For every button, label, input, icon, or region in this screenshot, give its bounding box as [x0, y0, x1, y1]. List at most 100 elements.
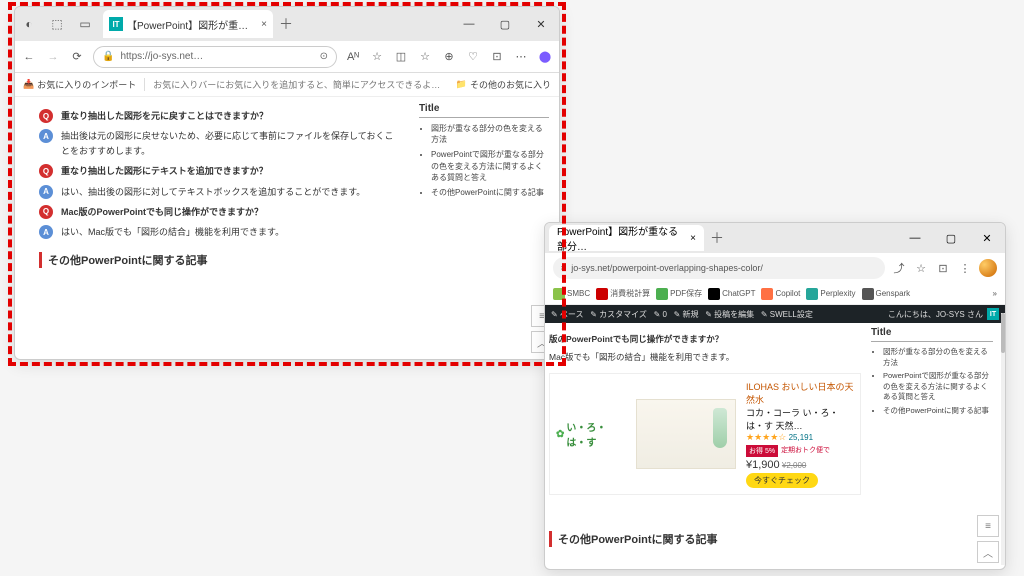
sidebar-item[interactable]: その他PowerPointに関する記事 [431, 187, 549, 198]
more-icon[interactable]: ⋮ [957, 260, 973, 276]
admin-item[interactable]: ✎ カスタマイズ [590, 310, 647, 319]
toolbar: ≡ jo-sys.net/powerpoint-overlapping-shap… [545, 253, 1005, 283]
extensions-icon[interactable]: ⊡ [489, 49, 505, 65]
ad-brand: い・ろ・は・す [556, 419, 626, 449]
admin-right[interactable]: こんにちは、JO-SYS さん IT [888, 308, 999, 320]
copilot-icon[interactable]: ⬤ [537, 49, 553, 65]
avatar[interactable] [979, 259, 997, 277]
new-tab-button[interactable]: ＋ [279, 14, 293, 34]
extensions-icon[interactable]: ⊡ [935, 260, 951, 276]
browser-tab[interactable]: IT 【PowerPoint】図形が重なる部分の… × [103, 10, 273, 38]
minimize-button[interactable]: — [897, 232, 933, 245]
faq-question: Q重なり抽出した図形を元に戻すことはできますか？ [39, 109, 397, 123]
tab-close-icon[interactable]: × [261, 19, 267, 30]
profile-icon[interactable]: ◐ [15, 17, 43, 31]
split-icon[interactable]: ◫ [393, 49, 409, 65]
close-button[interactable]: ✕ [523, 18, 559, 31]
forward-icon[interactable]: → [45, 49, 61, 65]
q-badge: Q [39, 164, 53, 178]
maximize-button[interactable]: ▢ [933, 232, 969, 245]
window-controls: — ▢ ✕ [451, 18, 559, 31]
question-text: 重なり抽出した図形を元に戻すことはできますか？ [61, 109, 268, 123]
wp-admin-bar[interactable]: ✎ ペース ✎ カスタマイズ ✎ 0 ✎ 新規 ✎ 投稿を編集 ✎ SWELL設… [545, 305, 1005, 323]
address-bar[interactable]: 🔒 https://jo-sys.net… ⊙ [93, 46, 337, 68]
collections-icon[interactable]: ⊕ [441, 49, 457, 65]
tab-close-icon[interactable]: × [690, 233, 696, 244]
faq-answer: A はい、抽出後の図形に対してテキストボックスを追加することができます。 [39, 185, 397, 199]
address-bar[interactable]: ≡ jo-sys.net/powerpoint-overlapping-shap… [553, 257, 885, 279]
import-favorites-label: お気に入りのインポート [37, 78, 136, 91]
extension-Perplexity[interactable]: Perplexity [806, 288, 855, 300]
browser-tab[interactable]: PowerPoint】図形が重なる部分… × [549, 225, 704, 251]
a-badge: A [39, 185, 53, 199]
favorites-bar: 📥 お気に入りのインポート お気に入りバーにお気に入りを追加すると、簡単にアクセ… [15, 73, 559, 97]
ext-chevron-icon[interactable]: » [993, 289, 997, 298]
faq-question: 版のPowerPointでも同じ操作ができますか？ [549, 333, 861, 345]
extension-PDF保存[interactable]: PDF保存 [656, 288, 702, 300]
sidebar-item[interactable]: 図形が重なる部分の色を変える方法 [431, 123, 549, 145]
extension-icon [596, 288, 608, 300]
toolbar: ← → ⟳ 🔒 https://jo-sys.net… ⊙ Aᴺ ☆ ◫ ☆ ⊕… [15, 41, 559, 73]
faq-question: Q重なり抽出した図形にテキストを追加できますか？ [39, 164, 397, 178]
scroll-top-button[interactable]: ︿ [977, 541, 999, 563]
share-icon[interactable]: ⤴ [891, 260, 907, 276]
refresh-icon[interactable]: ⟳ [69, 49, 85, 65]
more-icon[interactable]: ⋯ [513, 49, 529, 65]
other-favorites-button[interactable]: 📁 その他のお気に入り [456, 78, 551, 91]
tabs-icon[interactable]: ▭ [71, 17, 99, 31]
ad-image [636, 399, 736, 469]
read-aloud-icon[interactable]: Aᴺ [345, 49, 361, 65]
minimize-button[interactable]: — [451, 18, 487, 31]
a-badge: A [39, 225, 53, 239]
ad-cta-button[interactable]: 今すぐチェック [746, 473, 818, 488]
other-favorites-label: その他のお気に入り [470, 78, 551, 91]
ad-subtitle: コカ・コーラ い・ろ・は・す 天然… [746, 406, 854, 432]
workspaces-icon[interactable]: ⬚ [43, 17, 71, 31]
new-tab-button[interactable]: ＋ [710, 228, 724, 248]
extension-icon [862, 288, 874, 300]
question-text: 版のPowerPointでも同じ操作ができますか？ [549, 333, 723, 345]
extension-SMBC[interactable]: SMBC [553, 288, 590, 300]
extension-Genspark[interactable]: Genspark [862, 288, 911, 300]
search-icon[interactable]: ⊙ [320, 51, 328, 62]
ad-price: ¥1,900 [746, 459, 780, 471]
sidebar-item[interactable]: その他PowerPointに関する記事 [883, 406, 993, 417]
extension-ChatGPT[interactable]: ChatGPT [708, 288, 755, 300]
star-icon[interactable]: ☆ [369, 49, 385, 65]
ad-card[interactable]: い・ろ・は・す ILOHAS おいしい日本の天然水 コカ・コーラ い・ろ・は・す… [549, 373, 861, 495]
ad-badges: お得 5%定期おトク便で [746, 445, 854, 457]
bookmark-icon[interactable]: ☆ [913, 260, 929, 276]
maximize-button[interactable]: ▢ [487, 18, 523, 31]
page-content: Q重なり抽出した図形を元に戻すことはできますか？ A抽出後は元の図形に戻せないた… [15, 97, 559, 359]
close-button[interactable]: ✕ [969, 232, 1005, 245]
extension-icon [656, 288, 668, 300]
extensions-bar: SMBC 消費税計算 PDF保存 ChatGPT Copilot Perplexity Ge… [545, 283, 1005, 305]
ad-headline: ILOHAS おいしい日本の天然水 [746, 380, 854, 406]
faq-answer: Mac版でも「図形の結合」機能を利用できます。 [549, 351, 861, 363]
answer-text: はい、抽出後の図形に対してテキストボックスを追加することができます。 [61, 185, 365, 199]
page-content: 版のPowerPointでも同じ操作ができますか？ Mac版でも「図形の結合」機… [545, 323, 1005, 569]
ad-old-price: ¥2,000 [782, 461, 806, 470]
tab-title: 【PowerPoint】図形が重なる部分の… [127, 17, 257, 32]
toc-button[interactable]: ≡ [977, 515, 999, 537]
extension-消費税計算[interactable]: 消費税計算 [596, 288, 650, 300]
sidebar-item[interactable]: PowerPointで図形が重なる部分の色を変える方法に関するよくある質問と答え [431, 149, 549, 183]
back-icon[interactable]: ← [21, 49, 37, 65]
heart-icon[interactable]: ♡ [465, 49, 481, 65]
admin-item[interactable]: ✎ SWELL設定 [761, 310, 813, 319]
answer-text: 抽出後は元の図形に戻せないため、必要に応じて事前にファイルを保存しておくことをお… [61, 129, 397, 158]
admin-item[interactable]: ✎ 投稿を編集 [705, 310, 754, 319]
extension-Copilot[interactable]: Copilot [761, 288, 800, 300]
admin-item[interactable]: ✎ 0 [654, 310, 667, 319]
window-controls: — ▢ ✕ [897, 232, 1005, 245]
admin-item[interactable]: ✎ ペース [551, 310, 584, 319]
sidebar-item[interactable]: PowerPointで図形が重なる部分の色を変える方法に関するよくある質問と答え [883, 371, 993, 403]
admin-item[interactable]: ✎ 新規 [674, 310, 699, 319]
import-favorites-button[interactable]: 📥 お気に入りのインポート [23, 78, 136, 91]
scrollbar[interactable] [1001, 313, 1005, 565]
lock-icon: 🔒 [102, 51, 114, 62]
favorites-icon[interactable]: ☆ [417, 49, 433, 65]
titlebar: PowerPoint】図形が重なる部分… × ＋ — ▢ ✕ [545, 223, 1005, 253]
sidebar-item[interactable]: 図形が重なる部分の色を変える方法 [883, 347, 993, 368]
site-info-icon[interactable]: ≡ [561, 263, 566, 273]
